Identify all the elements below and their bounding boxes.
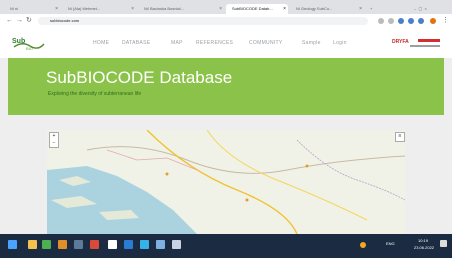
nav-sample[interactable]: Sample xyxy=(302,40,321,46)
page-title: SubBIOCODE Database xyxy=(46,68,233,87)
app-icon[interactable] xyxy=(108,240,117,249)
nav-login[interactable]: Login xyxy=(333,40,347,46)
chrome-icon[interactable] xyxy=(58,240,67,249)
tab-active[interactable]: SubBIOCODE Datab... × xyxy=(226,4,288,14)
menu-icon[interactable]: ⋮ xyxy=(442,17,449,25)
app-icon[interactable] xyxy=(140,240,149,249)
layers-icon[interactable]: ≡ xyxy=(395,132,405,142)
browser-toolbar: ← → ↻ subbiocode.com ⋮ xyxy=(0,14,452,28)
url-text: subbiocode.com xyxy=(50,18,80,23)
start-icon[interactable] xyxy=(8,240,17,249)
map-view[interactable]: + − ≡ xyxy=(47,130,405,234)
tab-label: SubBIOCODE Datab... xyxy=(232,6,273,11)
nav-community[interactable]: COMMUNITY xyxy=(249,40,283,46)
close-icon[interactable]: × xyxy=(219,4,222,14)
language-indicator[interactable]: ENG xyxy=(386,241,395,246)
svg-text:DRYFA: DRYFA xyxy=(392,39,409,45)
app-icon[interactable] xyxy=(74,240,83,249)
browser-tab-strip: Ni ni × Ni (Ala) Mehmet... × Ni/ Bacinska … xyxy=(0,0,452,14)
hero-banner: SubBIOCODE Database Exploring the divers… xyxy=(8,58,444,115)
map-zoom-control[interactable]: + − xyxy=(49,132,59,148)
zoom-out-button[interactable]: − xyxy=(50,140,58,147)
extension-icon[interactable] xyxy=(418,18,424,24)
nav-map[interactable]: MAP xyxy=(171,40,183,46)
clock-time[interactable]: 10:19 xyxy=(418,238,428,243)
extension-icon[interactable] xyxy=(388,18,394,24)
page-subtitle: Exploring the diversity of subterranean … xyxy=(48,91,142,97)
site-navbar: Sub BIO HOME DATABASE MAP REFERENCES COM… xyxy=(0,28,452,58)
word-icon[interactable] xyxy=(124,240,133,249)
reload-icon[interactable]: ↻ xyxy=(26,17,32,25)
close-icon[interactable]: × xyxy=(359,4,362,14)
tab-label: Ni Geology SubCo... xyxy=(296,6,333,11)
clock-date[interactable]: 23.06.2022 xyxy=(414,245,434,250)
window-controls[interactable]: – ▢ × xyxy=(408,4,448,14)
nav-references[interactable]: REFERENCES xyxy=(196,40,233,46)
close-icon[interactable]: × xyxy=(131,4,134,14)
folder-icon[interactable] xyxy=(28,240,37,249)
address-bar[interactable]: subbiocode.com xyxy=(38,17,368,25)
close-icon[interactable]: × xyxy=(55,4,58,14)
tab-3[interactable]: Ni/ Bacinska Bosnial... × xyxy=(138,4,224,14)
tab-label: Ni (Ala) Mehmet... xyxy=(68,6,101,11)
extension-icon[interactable] xyxy=(398,18,404,24)
map-tiles[interactable] xyxy=(47,130,405,234)
svg-text:BIO: BIO xyxy=(26,46,33,51)
action-center-icon[interactable] xyxy=(440,240,447,247)
notification-icon[interactable] xyxy=(360,242,366,248)
app-icon[interactable] xyxy=(172,240,181,249)
arrow-left-icon[interactable]: ← xyxy=(6,17,13,25)
extension-icon[interactable] xyxy=(408,18,414,24)
partner-logo: DRYFA xyxy=(392,38,440,47)
app-icon[interactable] xyxy=(90,240,99,249)
arrow-right-icon[interactable]: → xyxy=(16,17,23,25)
app-icon[interactable] xyxy=(156,240,165,249)
close-icon[interactable]: × xyxy=(283,4,286,14)
tab-label: Ni ni xyxy=(10,6,19,11)
web-page: Sub BIO HOME DATABASE MAP REFERENCES COM… xyxy=(0,28,452,234)
tab-5[interactable]: Ni Geology SubCo... × xyxy=(290,4,364,14)
profile-avatar[interactable] xyxy=(430,18,436,24)
zoom-in-button[interactable]: + xyxy=(50,133,58,140)
tab-2[interactable]: Ni (Ala) Mehmet... × xyxy=(62,4,136,14)
new-tab-button[interactable]: + xyxy=(366,4,380,14)
extension-icon[interactable] xyxy=(378,18,384,24)
subbiocode-logo[interactable]: Sub BIO xyxy=(12,35,46,51)
nav-home[interactable]: HOME xyxy=(93,40,109,46)
windows-taskbar: ENG 10:19 23.06.2022 xyxy=(0,234,452,258)
nav-database[interactable]: DATABASE xyxy=(122,40,150,46)
tab-1[interactable]: Ni ni × xyxy=(4,4,60,14)
app-icon[interactable] xyxy=(42,240,51,249)
tab-label: Ni/ Bacinska Bosnial... xyxy=(144,6,184,11)
